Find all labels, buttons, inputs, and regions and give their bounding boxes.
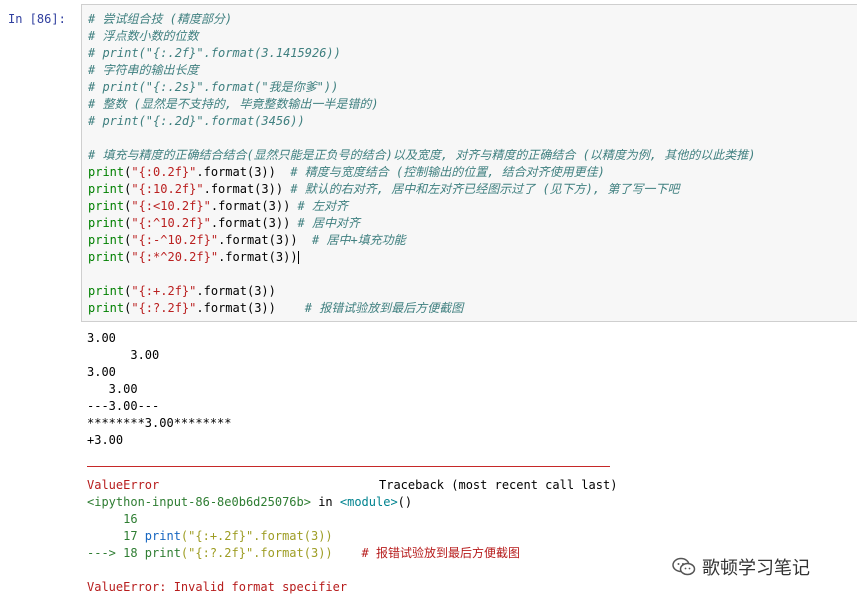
traceback-error-line: ---> 18 print("{:?.2f}".format(3)) # 报错试… — [87, 546, 520, 560]
output-line: 3.00 — [87, 331, 116, 345]
code-line: # 填充与精度的正确结合结合(显然只能是正负号的结合)以及宽度, 对齐与精度的正… — [88, 148, 756, 162]
code-line: # 字符串的输出长度 — [88, 63, 199, 77]
watermark-text: 歌顿学习笔记 — [702, 558, 810, 579]
traceback-line: 17 print("{:+.2f}".format(3)) — [87, 529, 333, 543]
watermark: 歌顿学习笔记 — [672, 554, 810, 580]
code-line-print: print("{:-^10.2f}".format(3)) # 居中+填充功能 — [88, 233, 406, 247]
code-line-print: print("{:0.2f}".format(3)) # 精度与宽度结合 (控制… — [88, 165, 605, 179]
code-line-print: print("{:^10.2f}".format(3)) # 居中对齐 — [88, 216, 361, 230]
code-line: # 整数 (显然是不支持的, 毕竟整数输出一半是错的) — [88, 97, 379, 111]
code-line-print: print("{:+.2f}".format(3)) — [88, 284, 276, 298]
traceback-header: ValueError Traceback (most recent call la… — [87, 478, 618, 492]
code-line: # print("{:.2f}".format(3.1415926)) — [88, 46, 341, 60]
traceback-location: <ipython-input-86-8e0b6d25076b> in <modu… — [87, 495, 413, 509]
output-line: +3.00 — [87, 433, 124, 447]
code-line: # 尝试组合技 (精度部分) — [88, 12, 233, 26]
code-line: # print("{:.2s}".format("我是你爹")) — [88, 80, 339, 94]
code-line: # 浮点数小数的位数 — [88, 29, 199, 43]
text-cursor — [297, 251, 299, 264]
output-line: ********3.00******** — [87, 416, 232, 430]
code-line-print: print("{:<10.2f}".format(3)) # 左对齐 — [88, 199, 349, 213]
traceback-divider — [87, 466, 610, 467]
code-line-print: print("{:10.2f}".format(3)) # 默认的右对齐, 居中… — [88, 182, 680, 196]
code-line-print: print("{:?.2f}".format(3)) # 报错试验放到最后方便截… — [88, 301, 464, 315]
wechat-icon — [672, 557, 696, 576]
traceback-line: 16 — [87, 512, 138, 526]
output-line: 3.00 — [87, 348, 160, 362]
code-line-print: print("{:*^20.2f}".format(3)) — [88, 250, 299, 264]
cell-prompt: In [86]: — [8, 12, 66, 26]
output-line: 3.00 — [87, 365, 116, 379]
output-line: 3.00 — [87, 382, 138, 396]
output-line: ---3.00--- — [87, 399, 160, 413]
traceback-final-error: ValueError: Invalid format specifier — [87, 580, 348, 594]
code-cell-input[interactable]: # 尝试组合技 (精度部分) # 浮点数小数的位数 # print("{:.2f… — [81, 4, 857, 322]
code-line: # print("{:.2d}".format(3456)) — [88, 114, 305, 128]
